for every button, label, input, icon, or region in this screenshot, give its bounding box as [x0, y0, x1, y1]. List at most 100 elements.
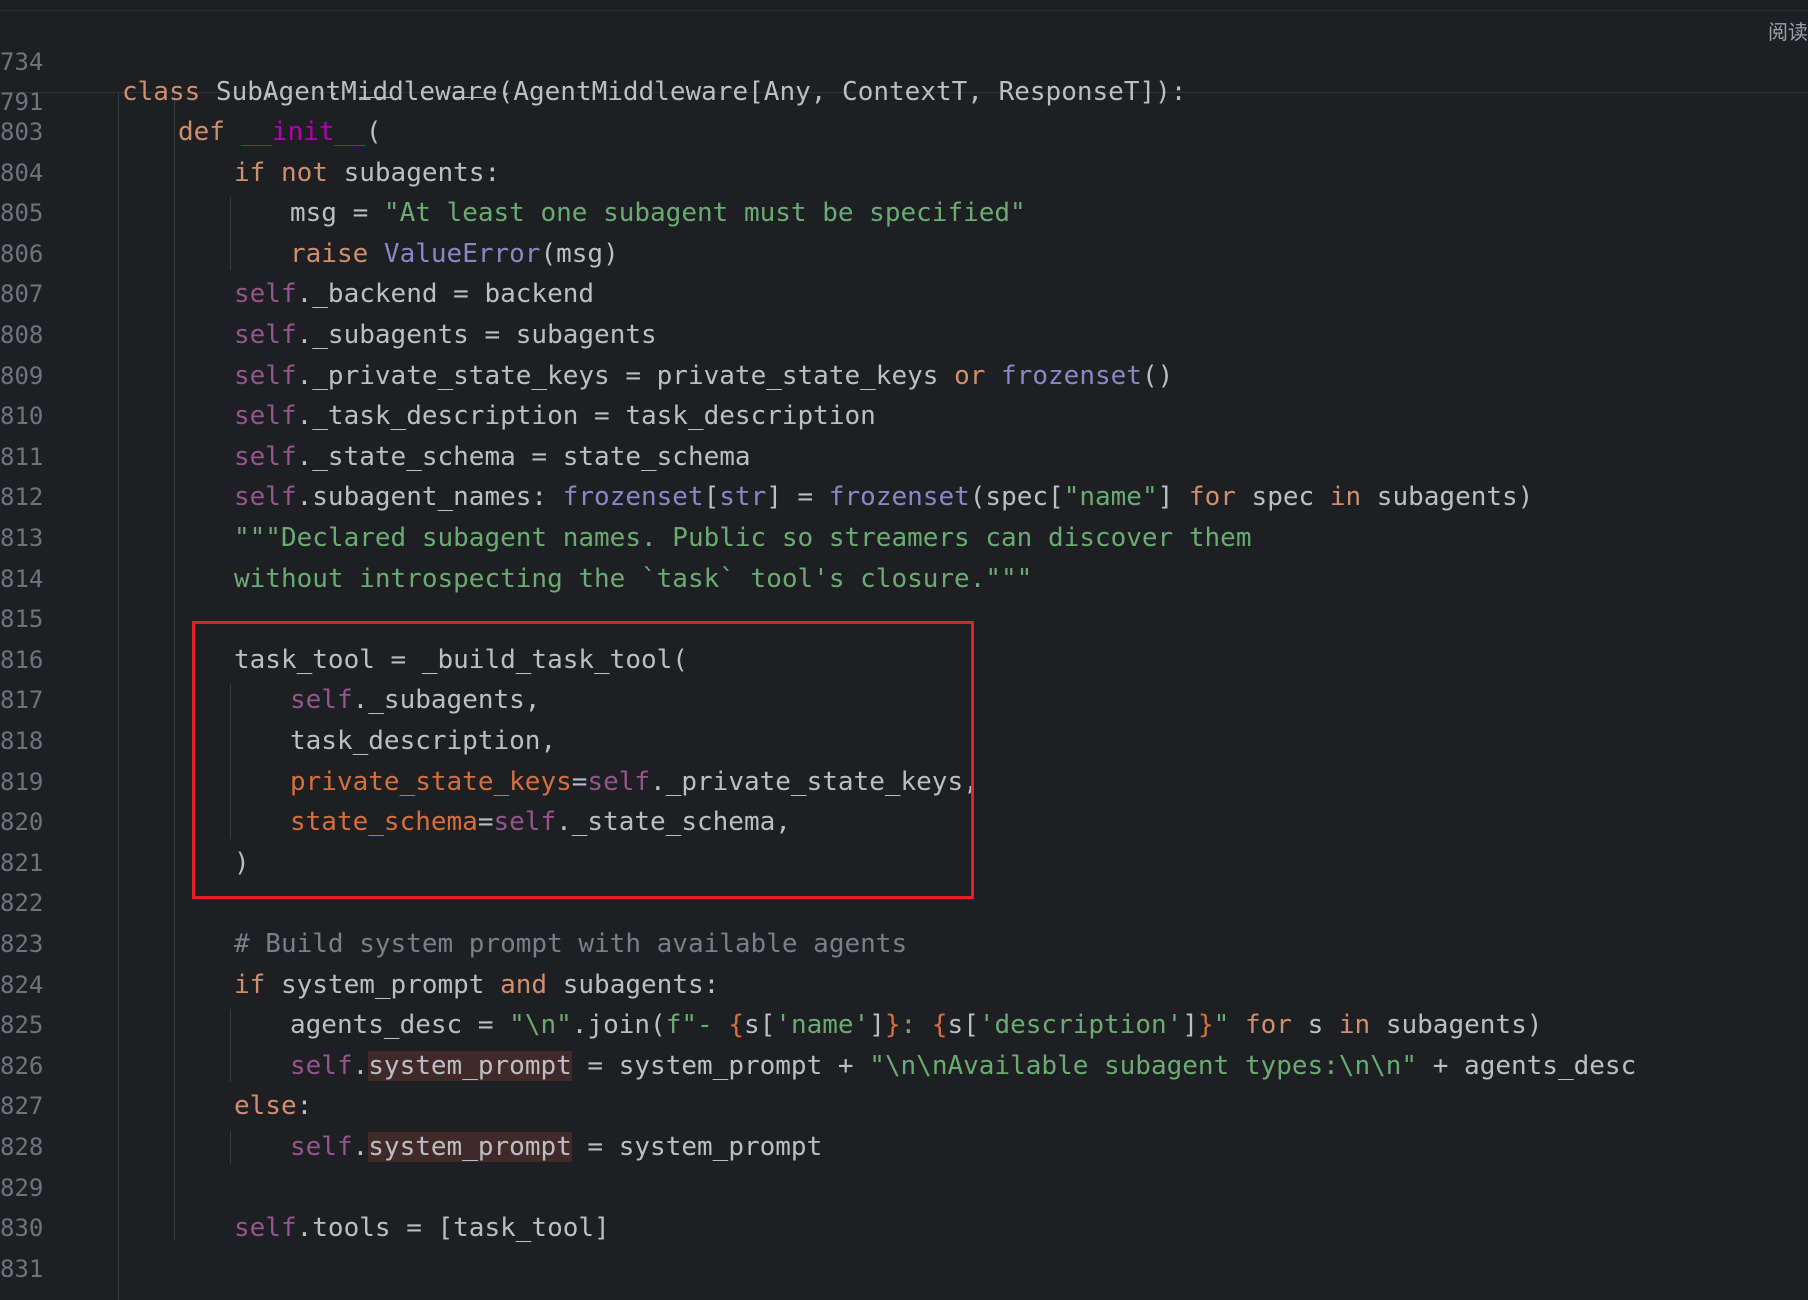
- code-token: {: [728, 1010, 744, 1041]
- code-line[interactable]: 811 self._state_schema = state_schema: [0, 437, 1808, 477]
- code-token: ._state_schema = state_schema: [296, 441, 751, 472]
- string-token: 'name': [775, 1010, 870, 1041]
- line-number: 819: [0, 767, 44, 796]
- keyword-token: for: [1188, 482, 1252, 513]
- code-token: (): [1141, 360, 1174, 391]
- code-line[interactable]: 812 self.subagent_names: frozenset[str] =…: [0, 477, 1808, 517]
- string-token: "\n": [509, 1010, 572, 1041]
- string-token: without introspecting the `task` tool's …: [234, 563, 1033, 594]
- code-token: {: [931, 1010, 948, 1041]
- self-token: self: [290, 1132, 353, 1162]
- code-token: (spec[: [969, 482, 1064, 513]
- code-text: self.subagent_names: frozenset[str] = fr…: [234, 477, 1533, 517]
- line-number: 826: [0, 1051, 44, 1080]
- code-token: ._backend = backend: [296, 279, 595, 310]
- code-line[interactable]: 827 else:: [0, 1086, 1808, 1126]
- code-token: ._task_description = task_description: [296, 401, 876, 432]
- code-text: self._backend = backend: [234, 274, 594, 314]
- keyword-token: or: [954, 360, 1002, 391]
- code-line[interactable]: 804 if not subagents:: [0, 153, 1808, 193]
- code-line[interactable]: 823 # Build system prompt with available …: [0, 924, 1808, 964]
- keyword-token: not: [280, 157, 344, 188]
- code-line[interactable]: 824 if system_prompt and subagents:: [0, 965, 1808, 1005]
- line-number: 812: [0, 483, 44, 512]
- sticky-line-def[interactable]: 791 def __init__(: [0, 52, 1808, 147]
- code-line[interactable]: 814 without introspecting the `task` tool…: [0, 559, 1808, 599]
- line-number: 814: [0, 564, 44, 593]
- code-token: ]: [1182, 1010, 1198, 1041]
- string-token: f"-: [665, 1010, 729, 1041]
- code-line[interactable]: 807 self._backend = backend: [0, 274, 1808, 314]
- code-token: + agents_desc: [1417, 1050, 1637, 1081]
- keyword-token: in: [1329, 482, 1377, 513]
- code-token: (msg): [540, 238, 619, 269]
- code-line[interactable]: 805 msg = "At least one subagent must be …: [0, 193, 1808, 233]
- code-token: system_prompt: [368, 1132, 572, 1162]
- code-line[interactable]: 831: [0, 1249, 1808, 1289]
- self-token: self: [234, 441, 297, 472]
- self-token: self: [290, 1050, 353, 1081]
- self-token: self: [234, 482, 297, 513]
- code-text: without introspecting the `task` tool's …: [234, 559, 1032, 599]
- code-line[interactable]: 830 self.tools = [task_tool]: [0, 1208, 1808, 1248]
- code-token: ._private_state_keys = private_state_key…: [296, 360, 955, 391]
- string-token: """Declared subagent names. Public so st…: [234, 523, 1252, 553]
- code-line[interactable]: 808 self._subagents = subagents: [0, 315, 1808, 355]
- code-token: ] =: [766, 482, 829, 513]
- code-text: self._private_state_keys = private_state…: [234, 356, 1173, 396]
- code-token: msg =: [290, 198, 384, 229]
- code-token: .tools = [task_tool]: [296, 1213, 610, 1244]
- line-number: 831: [0, 1254, 44, 1283]
- code-token: :: [296, 1091, 313, 1122]
- code-text: agents_desc = "\n".join(f"- {s['name']}:…: [290, 1005, 1542, 1045]
- keyword-token: if: [234, 157, 281, 188]
- code-token: (: [365, 117, 382, 147]
- code-token: ]: [1157, 482, 1189, 513]
- code-token: frozenset: [1001, 360, 1142, 391]
- line-number: 811: [0, 442, 44, 471]
- code-line[interactable]: 810 self._task_description = task_descrip…: [0, 396, 1808, 436]
- line-number: 828: [0, 1133, 44, 1161]
- code-token: s[: [947, 1010, 979, 1041]
- code-text: if not subagents:: [234, 153, 500, 193]
- code-text: def __init__(: [178, 112, 382, 152]
- code-line[interactable]: 809 self._private_state_keys = private_st…: [0, 356, 1808, 396]
- highlight-annotation-box: [192, 621, 974, 899]
- string-token: 'description': [978, 1010, 1183, 1041]
- line-number: 823: [0, 930, 44, 958]
- code-token: ._subagents = subagents: [296, 320, 657, 350]
- line-number: 791: [0, 88, 44, 116]
- code-text: """Declared subagent names. Public so st…: [234, 518, 1251, 558]
- self-token: self: [234, 401, 297, 432]
- code-line[interactable]: 825 agents_desc = "\n".join(f"- {s['name'…: [0, 1005, 1808, 1045]
- line-number: 824: [0, 970, 44, 999]
- code-line[interactable]: 828 self.system_prompt = system_prompt: [0, 1127, 1808, 1167]
- sticky-top-border: [0, 10, 1808, 11]
- code-token: system_prompt: [368, 1050, 572, 1081]
- code-token: __init__: [240, 117, 366, 147]
- code-line[interactable]: 813 """Declared subagent names. Public so…: [0, 518, 1808, 558]
- reader-mode-label[interactable]: 阅读: [1768, 16, 1808, 45]
- code-token: agents_desc =: [290, 1010, 510, 1041]
- code-text: # Build system prompt with available age…: [234, 924, 907, 964]
- code-token: subagents): [1376, 482, 1534, 513]
- code-token: }: [1197, 1010, 1214, 1041]
- keyword-token: else: [234, 1091, 297, 1122]
- sticky-scroll-header[interactable]: 734 class SubAgentMiddleware(AgentMiddle…: [0, 0, 1808, 147]
- code-token: = system_prompt: [571, 1132, 823, 1162]
- string-token: ": [1213, 1010, 1245, 1041]
- self-token: self: [234, 279, 297, 310]
- keyword-token: if: [234, 969, 281, 1000]
- code-token: frozenset: [562, 482, 704, 513]
- keyword-token: raise: [290, 238, 384, 269]
- code-line[interactable]: 826 self.system_prompt = system_prompt + …: [0, 1046, 1808, 1086]
- code-line[interactable]: 806 raise ValueError(msg): [0, 234, 1808, 274]
- line-number: 809: [0, 361, 44, 390]
- code-token: s: [1307, 1010, 1339, 1041]
- sticky-line-class[interactable]: 734 class SubAgentMiddleware(AgentMiddle…: [0, 12, 1808, 107]
- code-editor[interactable]: 734 class SubAgentMiddleware(AgentMiddle…: [0, 0, 1808, 1300]
- code-text: self.tools = [task_tool]: [234, 1208, 610, 1248]
- code-token: .subagent_names:: [296, 482, 563, 513]
- line-number: 813: [0, 524, 44, 552]
- code-line[interactable]: 829: [0, 1168, 1808, 1208]
